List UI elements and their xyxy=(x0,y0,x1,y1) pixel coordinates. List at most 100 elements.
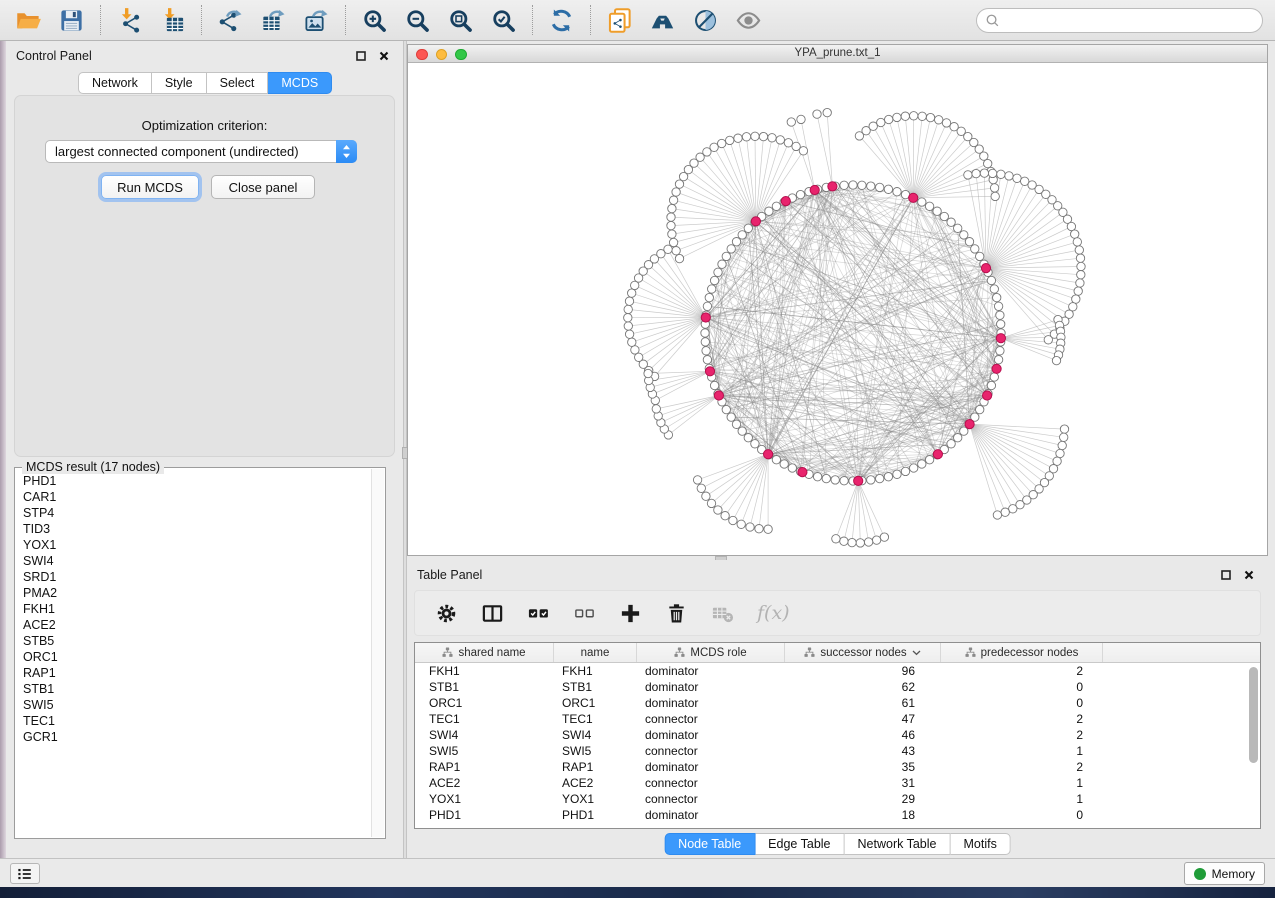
mcds-result-item[interactable]: PHD1 xyxy=(23,473,369,489)
mcds-result-item[interactable]: ORC1 xyxy=(23,649,369,665)
import-network-icon[interactable] xyxy=(116,7,143,34)
network-view-window: YPA_prune.txt_1 xyxy=(407,44,1268,556)
node-table-scrollbar[interactable] xyxy=(1249,667,1258,763)
minimize-window-icon[interactable] xyxy=(436,49,448,61)
tab-network[interactable]: Network xyxy=(78,72,152,94)
mcds-result-item[interactable]: RAP1 xyxy=(23,665,369,681)
column-header-predecessor-nodes[interactable]: predecessor nodes xyxy=(941,643,1103,662)
table-cell: 2 xyxy=(941,712,1103,726)
table-cell: ACE2 xyxy=(415,776,554,790)
table-row[interactable]: FKH1FKH1dominator962 xyxy=(415,663,1260,679)
zoom-selected-icon[interactable] xyxy=(490,7,517,34)
table-cell: PHD1 xyxy=(415,808,554,822)
table-cell: ORC1 xyxy=(415,696,554,710)
criterion-dropdown[interactable]: largest connected component (undirected) xyxy=(45,140,357,163)
table-cell: 35 xyxy=(785,760,941,774)
memory-status-icon xyxy=(1194,868,1206,880)
mcds-result-list[interactable]: PHD1CAR1STP4TID3YOX1SWI4SRD1PMA2FKH1ACE2… xyxy=(18,471,369,835)
task-history-button[interactable] xyxy=(10,863,40,884)
run-mcds-button[interactable]: Run MCDS xyxy=(101,175,199,199)
tab-network-table[interactable]: Network Table xyxy=(845,833,951,855)
table-row[interactable]: SWI5SWI5connector431 xyxy=(415,743,1260,759)
mcds-result-item[interactable]: STB1 xyxy=(23,681,369,697)
table-row[interactable]: YOX1YOX1connector291 xyxy=(415,791,1260,807)
import-table-icon[interactable] xyxy=(159,7,186,34)
table-row[interactable]: PHD1PHD1dominator180 xyxy=(415,807,1260,823)
table-row[interactable]: RAP1RAP1dominator352 xyxy=(415,759,1260,775)
column-header-name[interactable]: name xyxy=(554,643,637,662)
column-header-shared-name[interactable]: shared name xyxy=(415,643,554,662)
tab-edge-table[interactable]: Edge Table xyxy=(755,833,844,855)
control-panel: Control Panel NetworkStyleSelectMCDS Opt… xyxy=(6,41,403,858)
export-image-icon[interactable] xyxy=(303,7,330,34)
mcds-result-item[interactable]: SWI4 xyxy=(23,553,369,569)
zoom-fit-icon[interactable] xyxy=(447,7,474,34)
function-builder-icon: f(x) xyxy=(757,602,790,624)
zoom-in-icon[interactable] xyxy=(361,7,388,34)
binoculars-icon[interactable] xyxy=(649,7,676,34)
mcds-result-item[interactable]: CAR1 xyxy=(23,489,369,505)
tab-mcds[interactable]: MCDS xyxy=(268,72,332,94)
tab-select[interactable]: Select xyxy=(207,72,269,94)
mcds-result-item[interactable]: ACE2 xyxy=(23,617,369,633)
search-box[interactable] xyxy=(976,8,1263,33)
open-folder-icon[interactable] xyxy=(15,7,42,34)
mcds-result-scrollbar[interactable] xyxy=(371,469,384,837)
export-network-icon[interactable] xyxy=(217,7,244,34)
delete-row-icon[interactable] xyxy=(665,602,688,625)
mcds-result-item[interactable]: TEC1 xyxy=(23,713,369,729)
column-header-successor-nodes[interactable]: successor nodes xyxy=(785,643,941,662)
mcds-result-item[interactable]: TID3 xyxy=(23,521,369,537)
mcds-result-item[interactable]: FKH1 xyxy=(23,601,369,617)
memory-button[interactable]: Memory xyxy=(1184,862,1265,885)
add-row-icon[interactable] xyxy=(619,602,642,625)
table-row[interactable]: TEC1TEC1connector472 xyxy=(415,711,1260,727)
table-cell: 0 xyxy=(941,808,1103,822)
table-row[interactable]: ACE2ACE2connector311 xyxy=(415,775,1260,791)
column-header-MCDS-role[interactable]: MCDS role xyxy=(637,643,785,662)
close-window-icon[interactable] xyxy=(416,49,428,61)
tab-node-table[interactable]: Node Table xyxy=(664,833,755,855)
network-window-title: YPA_prune.txt_1 xyxy=(794,47,880,59)
tab-motifs[interactable]: Motifs xyxy=(950,833,1010,855)
tab-style[interactable]: Style xyxy=(152,72,207,94)
mcds-result-item[interactable]: STP4 xyxy=(23,505,369,521)
mcds-result-item[interactable]: PMA2 xyxy=(23,585,369,601)
table-cell: SWI4 xyxy=(415,728,554,742)
zoom-out-icon[interactable] xyxy=(404,7,431,34)
close-table-panel-icon[interactable] xyxy=(1242,568,1256,582)
mcds-result-item[interactable]: SWI5 xyxy=(23,697,369,713)
show-graphics-details-icon[interactable] xyxy=(735,7,762,34)
save-icon[interactable] xyxy=(58,7,85,34)
node-table[interactable]: shared namenameMCDS rolesuccessor nodesp… xyxy=(414,642,1261,829)
float-panel-icon[interactable] xyxy=(354,49,368,63)
table-row[interactable]: SWI4SWI4dominator462 xyxy=(415,727,1260,743)
search-input[interactable] xyxy=(1005,14,1254,28)
table-row[interactable]: STB1STB1dominator620 xyxy=(415,679,1260,695)
mcds-result-item[interactable]: STB5 xyxy=(23,633,369,649)
float-table-panel-icon[interactable] xyxy=(1219,568,1233,582)
mcds-result-item[interactable]: YOX1 xyxy=(23,537,369,553)
export-table-icon[interactable] xyxy=(260,7,287,34)
close-panel-button[interactable]: Close panel xyxy=(211,175,315,199)
deselect-all-icon[interactable] xyxy=(573,602,596,625)
table-cell: 18 xyxy=(785,808,941,822)
share-document-icon[interactable] xyxy=(606,7,633,34)
refresh-icon[interactable] xyxy=(548,7,575,34)
close-panel-icon[interactable] xyxy=(377,49,391,63)
table-cell: 96 xyxy=(785,664,941,678)
list-icon xyxy=(17,866,33,882)
network-canvas[interactable] xyxy=(408,63,1267,555)
hide-graphics-details-icon[interactable] xyxy=(692,7,719,34)
mcds-result-item[interactable]: SRD1 xyxy=(23,569,369,585)
select-all-icon[interactable] xyxy=(527,602,550,625)
mcds-result-group: MCDS result (17 nodes) PHD1CAR1STP4TID3Y… xyxy=(14,467,386,839)
table-cell: 2 xyxy=(941,760,1103,774)
maximize-window-icon[interactable] xyxy=(455,49,467,61)
network-window-titlebar[interactable]: YPA_prune.txt_1 xyxy=(408,45,1267,63)
mcds-result-item[interactable]: GCR1 xyxy=(23,729,369,745)
gear-icon[interactable] xyxy=(435,602,458,625)
table-row[interactable]: ORC1ORC1dominator610 xyxy=(415,695,1260,711)
columns-icon[interactable] xyxy=(481,602,504,625)
table-cell: 31 xyxy=(785,776,941,790)
